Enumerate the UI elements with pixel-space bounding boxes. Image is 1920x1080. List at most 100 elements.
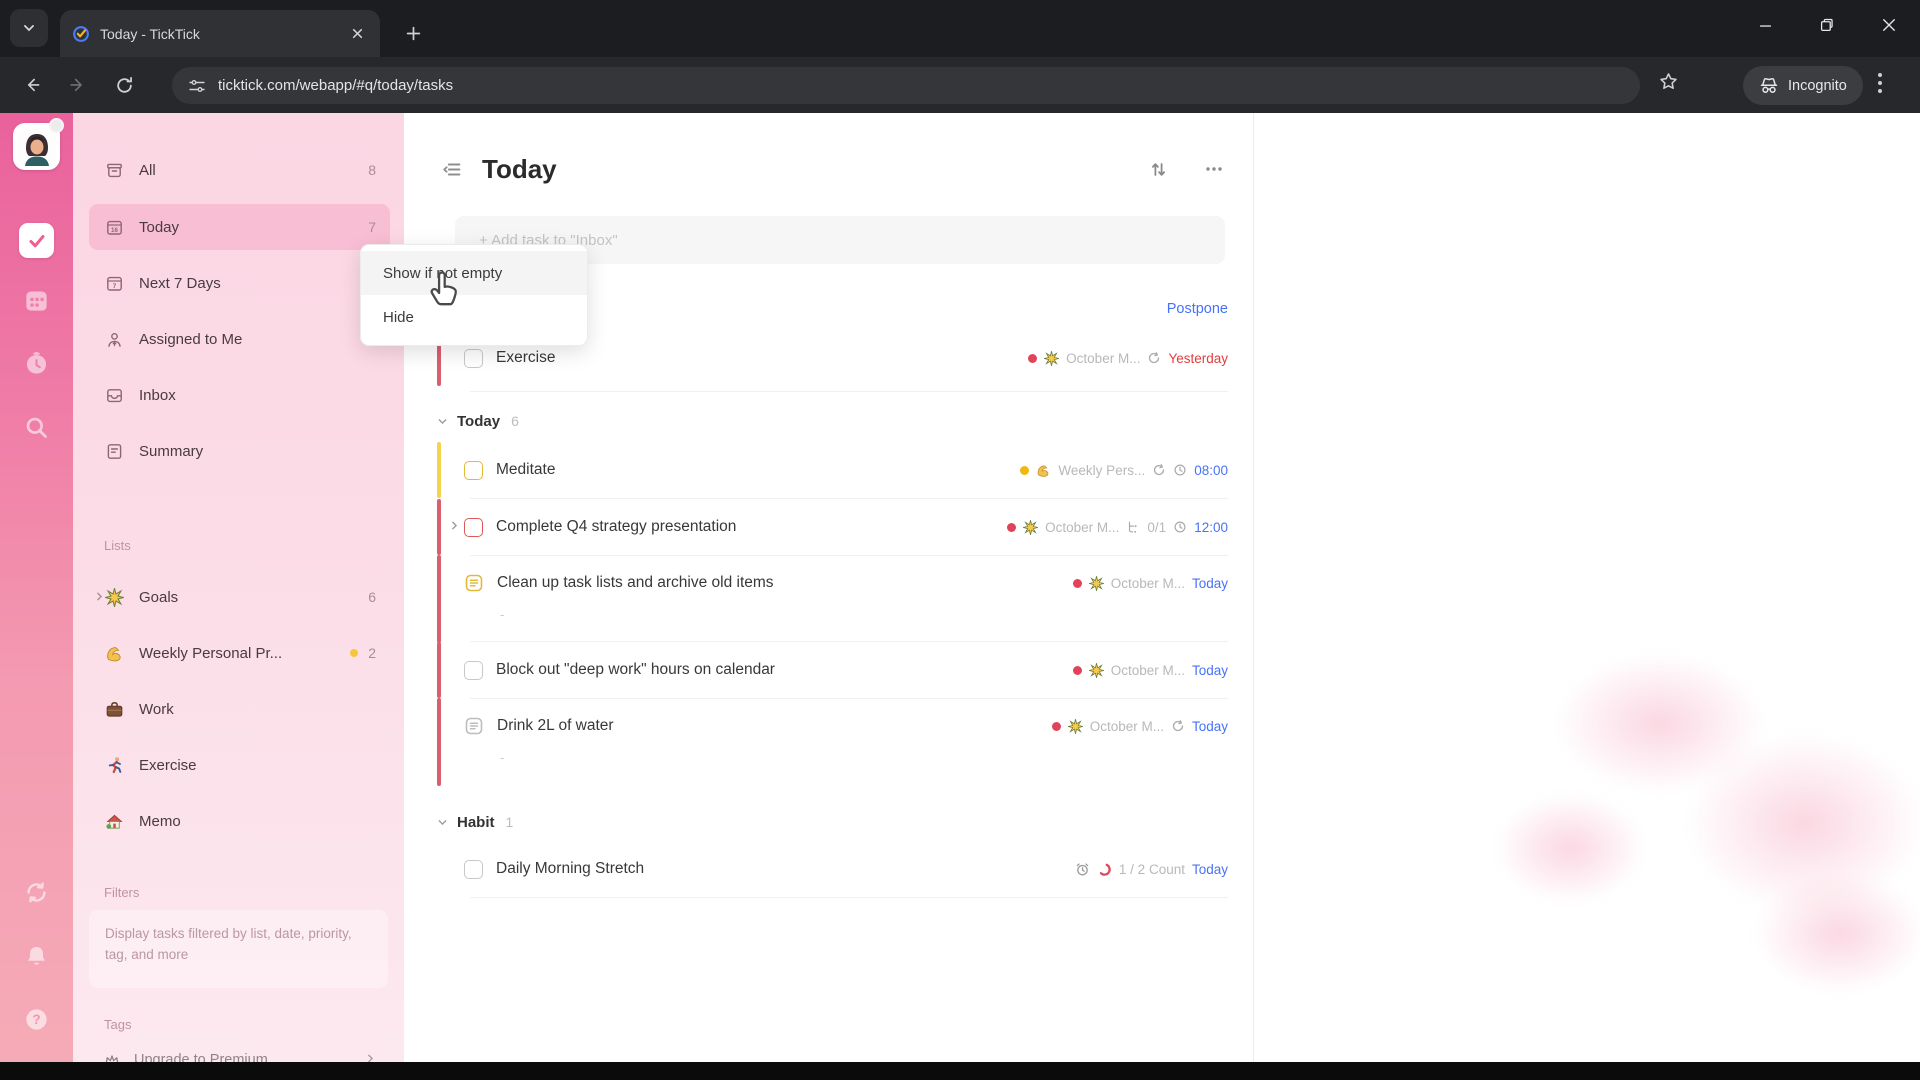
restore-button[interactable] — [1796, 0, 1858, 50]
row-divider — [470, 897, 1228, 898]
muscle-list-icon — [104, 643, 124, 663]
postpone-link[interactable]: Postpone — [1167, 301, 1228, 317]
task-title[interactable]: Meditate — [496, 461, 555, 479]
task-row[interactable]: Drink 2L of water October M... Today - — [437, 698, 1228, 786]
task-row[interactable]: Clean up task lists and archive old item… — [437, 555, 1228, 643]
assigned-to-me-icon — [104, 329, 124, 349]
inbox-icon — [104, 385, 124, 405]
bookmark-button[interactable] — [1658, 71, 1679, 97]
sidebar-item-assigned-to-me[interactable]: Assigned to Me — [89, 316, 390, 362]
subtask-progress: 0/1 — [1147, 519, 1167, 535]
sidebar-item-label: Today — [139, 218, 180, 236]
forward-button[interactable] — [58, 65, 98, 105]
sidebar-item-count: 2 — [368, 645, 376, 661]
row-divider — [470, 698, 1228, 699]
task-title[interactable]: Block out "deep work" hours on calendar — [496, 661, 775, 679]
habit-row[interactable]: Daily Morning Stretch 1 / 2 Count Today — [437, 843, 1228, 895]
sidebar-list-work[interactable]: Work — [89, 686, 390, 732]
ticktick-favicon — [73, 25, 89, 42]
task-due-date: Today — [1191, 662, 1228, 678]
reload-button[interactable] — [104, 65, 144, 105]
task-list-name: Weekly Pers... — [1058, 462, 1146, 478]
task-checkbox[interactable] — [464, 660, 483, 680]
filters-hint-card[interactable]: Display tasks filtered by list, date, pr… — [89, 910, 388, 988]
sort-button[interactable] — [1144, 155, 1172, 183]
sidebar-item-inbox[interactable]: Inbox — [89, 372, 390, 418]
section-header-habit[interactable]: Habit 1 — [437, 808, 513, 836]
task-due-time: 12:00 — [1194, 519, 1228, 535]
browser-toolbar: ticktick.com/webapp/#q/today/tasks Incog… — [0, 57, 1920, 113]
upgrade-to-premium-button[interactable]: Upgrade to Premium — [89, 1040, 390, 1062]
menu-item-show-if-not-empty[interactable]: Show if not empty — [361, 251, 587, 295]
pomodoro-nav-button[interactable] — [0, 350, 73, 377]
tasks-nav-icon-active[interactable] — [19, 223, 54, 258]
chevron-down-icon[interactable] — [437, 416, 448, 427]
url-text[interactable]: ticktick.com/webapp/#q/today/tasks — [218, 77, 453, 94]
task-title[interactable]: Clean up task lists and archive old item… — [497, 574, 774, 592]
task-list-name: October M... — [1110, 575, 1185, 591]
task-title[interactable]: Complete Q4 strategy presentation — [496, 518, 736, 536]
back-button[interactable] — [12, 65, 52, 105]
task-checkbox[interactable] — [464, 348, 483, 368]
sidebar-item-count: 7 — [368, 219, 376, 235]
habit-checkbox[interactable] — [464, 859, 483, 879]
more-options-button[interactable] — [1200, 155, 1228, 183]
sidebar-item-today[interactable]: 16 Today 7 — [89, 204, 390, 250]
note-checkbox[interactable] — [464, 573, 484, 593]
browser-menu-button[interactable] — [1878, 73, 1882, 93]
section-count: 1 — [505, 814, 514, 830]
plus-icon — [406, 26, 420, 40]
calendar-nav-button[interactable] — [0, 287, 73, 314]
check-icon — [29, 234, 44, 247]
sidebar-list-goals[interactable]: Goals 6 — [89, 574, 390, 620]
task-checkbox[interactable] — [464, 517, 483, 537]
collapse-sidebar-button[interactable] — [437, 155, 465, 183]
minimize-button[interactable] — [1734, 0, 1796, 50]
task-due-time: 08:00 — [1194, 462, 1228, 478]
sidebar-item-summary[interactable]: Summary — [89, 428, 390, 474]
filters-hint-text: Display tasks filtered by list, date, pr… — [105, 926, 352, 962]
sidebar-list-exercise[interactable]: Exercise — [89, 742, 390, 788]
chevron-right-icon — [365, 1052, 376, 1062]
help-icon: ? — [26, 1009, 47, 1030]
task-title[interactable]: Exercise — [496, 349, 555, 367]
more-dots-icon — [1206, 167, 1222, 171]
section-header-today[interactable]: Today 6 — [437, 407, 519, 435]
task-row[interactable]: Complete Q4 strategy presentation Octobe… — [437, 499, 1228, 555]
sidebar-list-memo[interactable]: Memo — [89, 798, 390, 844]
sidebar-item-all[interactable]: All 8 — [89, 147, 390, 193]
window-controls — [1734, 0, 1920, 50]
note-checkbox[interactable] — [464, 716, 484, 736]
sidebar-item-next-7-days[interactable]: 7 Next 7 Days — [89, 260, 390, 306]
chevron-down-icon[interactable] — [437, 817, 448, 828]
address-bar[interactable]: ticktick.com/webapp/#q/today/tasks — [172, 67, 1640, 104]
close-window-button[interactable] — [1858, 0, 1920, 50]
browser-tab[interactable]: Today - TickTick — [60, 10, 380, 57]
list-color-dot — [350, 649, 359, 657]
help-button[interactable]: ? — [0, 1006, 73, 1033]
tab-close-button[interactable] — [346, 23, 368, 45]
new-tab-button[interactable] — [396, 16, 430, 50]
task-checkbox[interactable] — [464, 460, 483, 480]
avatar[interactable] — [13, 118, 64, 170]
menu-item-hide[interactable]: Hide — [361, 295, 587, 339]
today-icon: 16 — [104, 217, 124, 237]
notifications-button[interactable] — [0, 943, 73, 970]
search-nav-button[interactable] — [0, 414, 73, 441]
sidebar-item-label: Work — [139, 700, 174, 718]
list-muscle-icon — [1036, 463, 1051, 478]
search-icon — [26, 417, 47, 438]
expand-chevron-icon[interactable] — [94, 589, 105, 606]
sidebar-item-label: Exercise — [139, 756, 197, 774]
task-title[interactable]: Drink 2L of water — [497, 717, 614, 735]
sidebar-list-weekly-personal[interactable]: Weekly Personal Pr... 2 — [89, 630, 390, 676]
task-row[interactable]: Meditate Weekly Pers... 08:00 — [437, 442, 1228, 498]
menu-item-label: Hide — [383, 308, 414, 326]
subtask-icon — [1126, 520, 1140, 534]
bell-icon — [28, 946, 45, 965]
tab-search-button[interactable] — [10, 9, 48, 47]
habit-title[interactable]: Daily Morning Stretch — [496, 860, 644, 878]
sync-button[interactable] — [0, 879, 73, 906]
task-row[interactable]: Block out "deep work" hours on calendar … — [437, 642, 1228, 698]
crown-icon — [103, 1051, 121, 1062]
